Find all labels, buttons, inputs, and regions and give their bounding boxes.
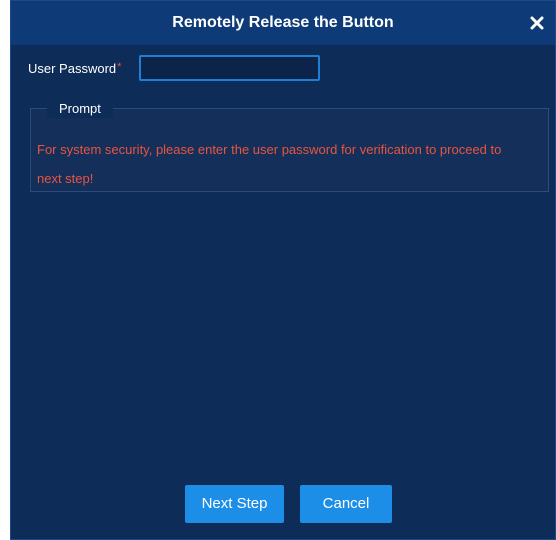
password-label-text: User Password — [28, 61, 117, 76]
prompt-fieldset: Prompt For system security, please enter… — [30, 100, 549, 192]
dialog-titlebar: Remotely Release the Button — [11, 1, 555, 45]
close-icon[interactable] — [527, 13, 547, 33]
password-label: User Password* — [28, 61, 121, 76]
password-input[interactable] — [139, 55, 320, 81]
next-step-button[interactable]: Next Step — [185, 485, 284, 523]
password-field-row: User Password* — [11, 55, 555, 83]
prompt-legend: Prompt — [47, 100, 113, 118]
prompt-message: For system security, please enter the us… — [37, 142, 502, 186]
release-button-dialog: Remotely Release the Button User Passwor… — [10, 0, 556, 540]
required-mark: * — [117, 61, 122, 73]
dialog-title: Remotely Release the Button — [172, 14, 394, 31]
cancel-button[interactable]: Cancel — [300, 485, 392, 523]
